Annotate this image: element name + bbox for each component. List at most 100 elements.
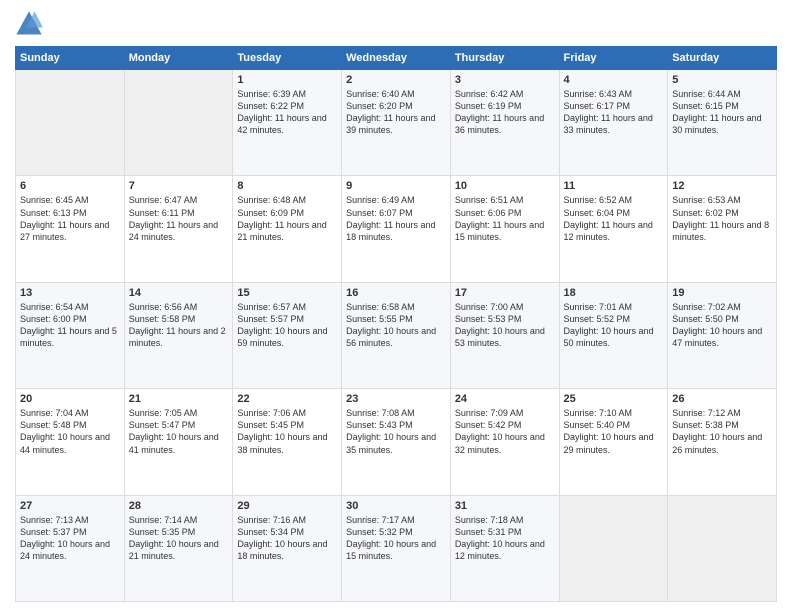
cell-content: Sunrise: 6:44 AMSunset: 6:15 PMDaylight:… xyxy=(672,88,772,137)
calendar-cell: 24 Sunrise: 7:09 AMSunset: 5:42 PMDayligh… xyxy=(450,389,559,495)
calendar-cell xyxy=(559,495,668,601)
calendar-cell: 30 Sunrise: 7:17 AMSunset: 5:32 PMDayligh… xyxy=(342,495,451,601)
calendar-cell: 14 Sunrise: 6:56 AMSunset: 5:58 PMDayligh… xyxy=(124,282,233,388)
day-number: 13 xyxy=(20,287,120,299)
calendar-cell: 22Sunrise: 7:06 AMSunset: 5:45 PMDayligh… xyxy=(233,389,342,495)
cell-content: Sunrise: 6:43 AMSunset: 6:17 PMDaylight:… xyxy=(564,88,664,137)
day-number: 15 xyxy=(237,287,337,299)
weekday-header-friday: Friday xyxy=(559,47,668,70)
day-number: 3 xyxy=(455,74,555,86)
day-number: 10 xyxy=(455,180,555,192)
calendar-cell xyxy=(124,70,233,176)
logo xyxy=(15,10,47,38)
cell-content: Sunrise: 6:54 AMSunset: 6:00 PMDaylight:… xyxy=(20,301,120,350)
cell-content: Sunrise: 6:40 AMSunset: 6:20 PMDaylight:… xyxy=(346,88,446,137)
calendar-cell: 6 Sunrise: 6:45 AMSunset: 6:13 PMDaylight… xyxy=(16,176,125,282)
cell-content: Sunrise: 7:08 AMSunset: 5:43 PMDaylight:… xyxy=(346,407,446,456)
cell-content: Sunrise: 6:57 AMSunset: 5:57 PMDaylight:… xyxy=(237,301,337,350)
cell-content: Sunrise: 7:05 AMSunset: 5:47 PMDaylight:… xyxy=(129,407,229,456)
day-number: 1 xyxy=(237,74,337,86)
day-number: 8 xyxy=(237,180,337,192)
calendar-cell: 23 Sunrise: 7:08 AMSunset: 5:43 PMDayligh… xyxy=(342,389,451,495)
day-number: 14 xyxy=(129,287,229,299)
logo-icon xyxy=(15,10,43,38)
calendar-cell: 13 Sunrise: 6:54 AMSunset: 6:00 PMDayligh… xyxy=(16,282,125,388)
cell-content: Sunrise: 7:00 AMSunset: 5:53 PMDaylight:… xyxy=(455,301,555,350)
cell-content: Sunrise: 6:52 AMSunset: 6:04 PMDaylight:… xyxy=(564,194,664,243)
calendar-cell: 26Sunrise: 7:12 AMSunset: 5:38 PMDayligh… xyxy=(668,389,777,495)
day-number: 28 xyxy=(129,500,229,512)
calendar-cell: 28 Sunrise: 7:14 AMSunset: 5:35 PMDayligh… xyxy=(124,495,233,601)
day-number: 22 xyxy=(237,393,337,405)
cell-content: Sunrise: 7:14 AMSunset: 5:35 PMDaylight:… xyxy=(129,514,229,563)
day-number: 23 xyxy=(346,393,446,405)
week-row-2: 13 Sunrise: 6:54 AMSunset: 6:00 PMDayligh… xyxy=(16,282,777,388)
calendar-cell: 5 Sunrise: 6:44 AMSunset: 6:15 PMDaylight… xyxy=(668,70,777,176)
week-row-3: 20 Sunrise: 7:04 AMSunset: 5:48 PMDayligh… xyxy=(16,389,777,495)
weekday-header-wednesday: Wednesday xyxy=(342,47,451,70)
calendar-cell: 2 Sunrise: 6:40 AMSunset: 6:20 PMDaylight… xyxy=(342,70,451,176)
day-number: 30 xyxy=(346,500,446,512)
calendar-cell: 31Sunrise: 7:18 AMSunset: 5:31 PMDayligh… xyxy=(450,495,559,601)
day-number: 19 xyxy=(672,287,772,299)
cell-content: Sunrise: 6:39 AMSunset: 6:22 PMDaylight:… xyxy=(237,88,337,137)
cell-content: Sunrise: 7:18 AMSunset: 5:31 PMDaylight:… xyxy=(455,514,555,563)
cell-content: Sunrise: 7:09 AMSunset: 5:42 PMDaylight:… xyxy=(455,407,555,456)
day-number: 25 xyxy=(564,393,664,405)
calendar-cell xyxy=(668,495,777,601)
cell-content: Sunrise: 7:02 AMSunset: 5:50 PMDaylight:… xyxy=(672,301,772,350)
day-number: 2 xyxy=(346,74,446,86)
cell-content: Sunrise: 7:17 AMSunset: 5:32 PMDaylight:… xyxy=(346,514,446,563)
cell-content: Sunrise: 6:49 AMSunset: 6:07 PMDaylight:… xyxy=(346,194,446,243)
cell-content: Sunrise: 7:04 AMSunset: 5:48 PMDaylight:… xyxy=(20,407,120,456)
calendar-cell: 17 Sunrise: 7:00 AMSunset: 5:53 PMDayligh… xyxy=(450,282,559,388)
cell-content: Sunrise: 7:13 AMSunset: 5:37 PMDaylight:… xyxy=(20,514,120,563)
weekday-header-tuesday: Tuesday xyxy=(233,47,342,70)
weekday-header-saturday: Saturday xyxy=(668,47,777,70)
cell-content: Sunrise: 7:10 AMSunset: 5:40 PMDaylight:… xyxy=(564,407,664,456)
day-number: 16 xyxy=(346,287,446,299)
calendar-cell: 18Sunrise: 7:01 AMSunset: 5:52 PMDayligh… xyxy=(559,282,668,388)
day-number: 29 xyxy=(237,500,337,512)
day-number: 20 xyxy=(20,393,120,405)
week-row-0: 1 Sunrise: 6:39 AMSunset: 6:22 PMDaylight… xyxy=(16,70,777,176)
weekday-header-sunday: Sunday xyxy=(16,47,125,70)
day-number: 12 xyxy=(672,180,772,192)
calendar-cell: 12 Sunrise: 6:53 AMSunset: 6:02 PMDayligh… xyxy=(668,176,777,282)
day-number: 4 xyxy=(564,74,664,86)
cell-content: Sunrise: 6:47 AMSunset: 6:11 PMDaylight:… xyxy=(129,194,229,243)
calendar-cell: 11 Sunrise: 6:52 AMSunset: 6:04 PMDayligh… xyxy=(559,176,668,282)
cell-content: Sunrise: 6:56 AMSunset: 5:58 PMDaylight:… xyxy=(129,301,229,350)
calendar-cell: 10Sunrise: 6:51 AMSunset: 6:06 PMDayligh… xyxy=(450,176,559,282)
day-number: 11 xyxy=(564,180,664,192)
day-number: 6 xyxy=(20,180,120,192)
cell-content: Sunrise: 6:45 AMSunset: 6:13 PMDaylight:… xyxy=(20,194,120,243)
calendar-cell: 8Sunrise: 6:48 AMSunset: 6:09 PMDaylight… xyxy=(233,176,342,282)
cell-content: Sunrise: 6:53 AMSunset: 6:02 PMDaylight:… xyxy=(672,194,772,243)
day-number: 17 xyxy=(455,287,555,299)
calendar-cell: 4 Sunrise: 6:43 AMSunset: 6:17 PMDaylight… xyxy=(559,70,668,176)
header xyxy=(15,10,777,38)
day-number: 27 xyxy=(20,500,120,512)
cell-content: Sunrise: 7:01 AMSunset: 5:52 PMDaylight:… xyxy=(564,301,664,350)
calendar-cell: 15 Sunrise: 6:57 AMSunset: 5:57 PMDayligh… xyxy=(233,282,342,388)
day-number: 26 xyxy=(672,393,772,405)
day-number: 24 xyxy=(455,393,555,405)
weekday-header-monday: Monday xyxy=(124,47,233,70)
calendar-cell: 9 Sunrise: 6:49 AMSunset: 6:07 PMDaylight… xyxy=(342,176,451,282)
calendar-cell: 27 Sunrise: 7:13 AMSunset: 5:37 PMDayligh… xyxy=(16,495,125,601)
day-number: 7 xyxy=(129,180,229,192)
calendar-cell: 25 Sunrise: 7:10 AMSunset: 5:40 PMDayligh… xyxy=(559,389,668,495)
calendar-cell: 21 Sunrise: 7:05 AMSunset: 5:47 PMDayligh… xyxy=(124,389,233,495)
calendar-cell: 3 Sunrise: 6:42 AMSunset: 6:19 PMDaylight… xyxy=(450,70,559,176)
weekday-header-row: SundayMondayTuesdayWednesdayThursdayFrid… xyxy=(16,47,777,70)
weekday-header-thursday: Thursday xyxy=(450,47,559,70)
day-number: 5 xyxy=(672,74,772,86)
calendar-cell: 1 Sunrise: 6:39 AMSunset: 6:22 PMDaylight… xyxy=(233,70,342,176)
day-number: 9 xyxy=(346,180,446,192)
cell-content: Sunrise: 6:42 AMSunset: 6:19 PMDaylight:… xyxy=(455,88,555,137)
cell-content: Sunrise: 7:16 AMSunset: 5:34 PMDaylight:… xyxy=(237,514,337,563)
day-number: 21 xyxy=(129,393,229,405)
calendar-cell: 20 Sunrise: 7:04 AMSunset: 5:48 PMDayligh… xyxy=(16,389,125,495)
calendar-cell: 7 Sunrise: 6:47 AMSunset: 6:11 PMDaylight… xyxy=(124,176,233,282)
